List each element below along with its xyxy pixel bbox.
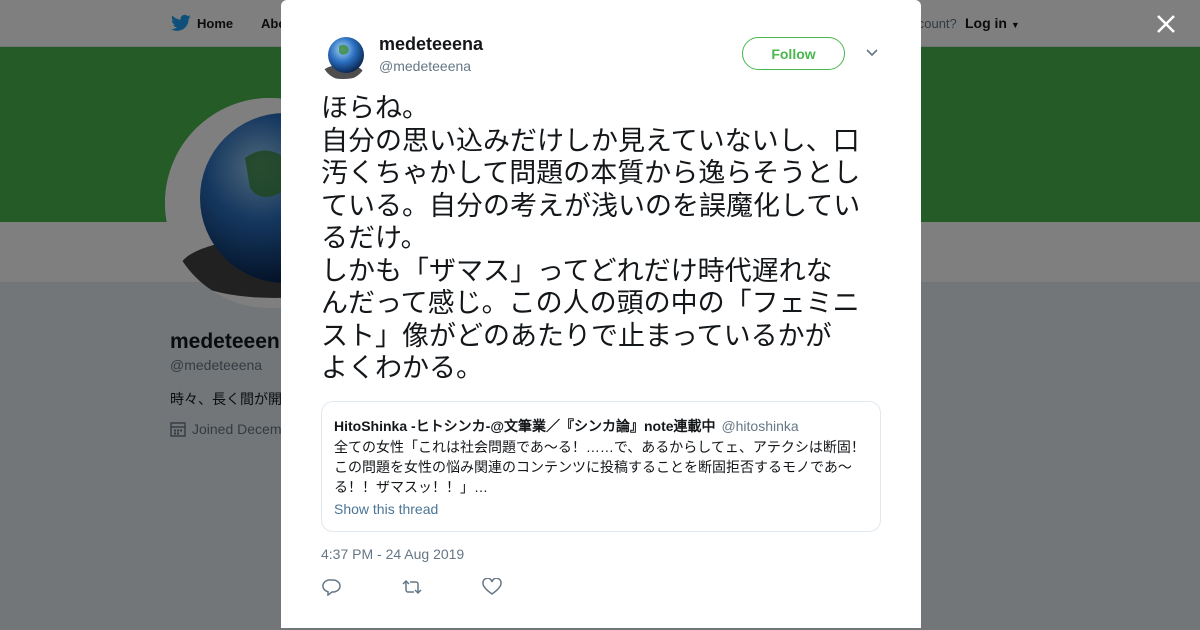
tweet-line: スト」像がどのあたりで止まっているかが — [321, 320, 832, 352]
chevron-down-icon[interactable] — [865, 46, 879, 60]
tweet-line: ほらね。 — [321, 93, 429, 124]
tweet-line: 汚くちゃかして問題の本質から逸らそうとし — [321, 158, 861, 189]
quoted-tweet[interactable]: HitoShinka -ヒトシンカ-@文筆業／『シンカ論』note連載中 @hi… — [321, 401, 881, 532]
retweet-icon[interactable] — [402, 578, 422, 596]
quoted-tweet-text: 全ての女性「これは社会問題であ～る！……で、あるからしてェ、アテクシは断固！ こ… — [334, 437, 874, 497]
author-handle[interactable]: @medeteeena — [379, 58, 471, 74]
close-icon[interactable] — [1154, 12, 1178, 36]
author-avatar[interactable] — [321, 34, 367, 80]
quoted-line: る！！ザマスッ！！」… — [334, 479, 488, 495]
tweet-line: 自分の思い込みだけしか見えていないし、口 — [321, 125, 860, 157]
quoted-line: 全ての女性「これは社会問題であ～る！……で、あるからしてェ、アテクシは断固！ — [334, 439, 865, 455]
like-icon[interactable] — [482, 578, 502, 596]
tweet-text: ほらね。 自分の思い込みだけしか見えていないし、口 汚くちゃかして問題の本質から… — [321, 93, 886, 386]
tweet-line: んだって感じ。この人の頭の中の「フェミニ — [321, 288, 860, 319]
quoted-tweet-header: HitoShinka -ヒトシンカ-@文筆業／『シンカ論』note連載中 @hi… — [334, 416, 799, 436]
tweet-modal: medeteeena @medeteeena Follow ほらね。 自分の思い… — [281, 0, 921, 628]
author-display-name[interactable]: medeteeena — [379, 34, 483, 55]
tweet-line: よくわかる。 — [321, 353, 483, 384]
show-thread-link[interactable]: Show this thread — [334, 501, 438, 517]
tweet-line: しかも「ザマス」ってどれだけ時代遅れな — [321, 255, 833, 287]
quoted-author-handle: @hitoshinka — [721, 418, 799, 434]
quoted-line: この問題を女性の悩み関連のコンテンツに投稿することを断固拒否するモノであ～ — [334, 459, 852, 475]
tweet-timestamp[interactable]: 4:37 PM - 24 Aug 2019 — [321, 546, 464, 562]
reply-icon[interactable] — [322, 578, 342, 596]
tweet-line: ている。自分の考えが浅いのを誤魔化してい — [321, 190, 861, 222]
quoted-author-name: HitoShinka -ヒトシンカ-@文筆業／『シンカ論』note連載中 — [334, 418, 716, 434]
tweet-line: るだけ。 — [321, 223, 428, 254]
follow-button[interactable]: Follow — [742, 37, 845, 70]
globe-image — [321, 34, 367, 80]
